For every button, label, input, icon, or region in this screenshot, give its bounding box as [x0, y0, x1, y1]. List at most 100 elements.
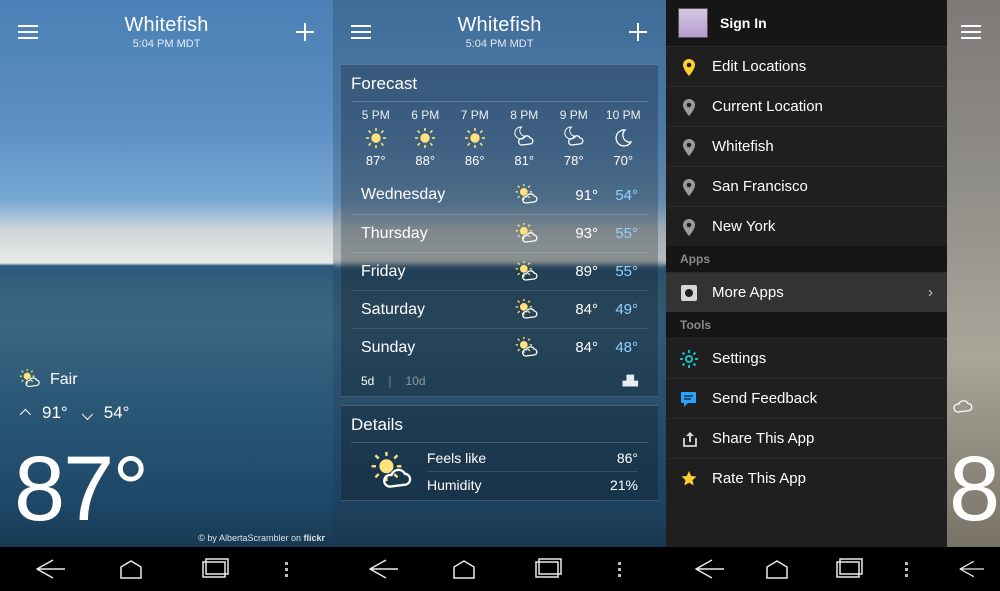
- nav-back-icon[interactable]: [31, 558, 65, 580]
- details-title: Details: [351, 406, 648, 443]
- hourly-item[interactable]: 5 PM 87°: [351, 108, 401, 168]
- drawer-location-item[interactable]: Whitefish: [666, 126, 947, 166]
- menu-icon[interactable]: [957, 18, 985, 46]
- nav-drawer: Sign In Edit Locations Current Location …: [666, 0, 947, 591]
- toggle-5d[interactable]: 5d: [361, 374, 374, 388]
- current-temp-partial: 8: [949, 443, 1000, 535]
- nav-recent-icon[interactable]: [530, 558, 564, 580]
- star-icon: [680, 470, 698, 488]
- nav-recent-icon[interactable]: [197, 558, 231, 580]
- hourly-item[interactable]: 10 PM 70°: [599, 108, 649, 168]
- sun-icon: [413, 126, 437, 150]
- weather-underground-icon[interactable]: ▟▙: [623, 376, 638, 387]
- feels-like-value: 86°: [617, 450, 638, 466]
- mooncloud-icon: [562, 126, 586, 150]
- high-low: 91° 54°: [20, 403, 129, 423]
- daily-row[interactable]: Sunday 84° 48°: [351, 328, 648, 366]
- sun-icon: [463, 126, 487, 150]
- android-navbar: [0, 547, 333, 591]
- header-title[interactable]: Whitefish 5:04 PM MDT: [375, 14, 624, 50]
- daily-row[interactable]: Friday 89° 55°: [351, 252, 648, 290]
- nav-back-icon[interactable]: [690, 558, 724, 580]
- current-condition: Fair: [20, 369, 78, 391]
- nav-home-icon[interactable]: [447, 558, 481, 580]
- drawer-location-item[interactable]: San Francisco: [666, 166, 947, 206]
- suncloud-icon: [514, 337, 542, 359]
- nav-home-icon[interactable]: [114, 558, 148, 580]
- section-tools: Tools: [666, 312, 947, 338]
- drawer-location-item[interactable]: Edit Locations: [666, 46, 947, 86]
- humidity-label: Humidity: [427, 477, 481, 493]
- hourly-forecast[interactable]: 5 PM 87° 6 PM 88° 7 PM 86° 8 PM 81° 9 PM…: [351, 102, 648, 176]
- arrow-down-icon: [81, 409, 92, 420]
- suncloud-icon: [514, 223, 542, 245]
- suncloud-icon: [514, 184, 542, 206]
- drawer-location-item[interactable]: New York: [666, 206, 947, 246]
- hourly-item[interactable]: 8 PM 81°: [500, 108, 550, 168]
- cloud-icon: [951, 394, 975, 421]
- forecast-title: Forecast: [351, 65, 648, 102]
- suncloud-icon: [514, 261, 542, 283]
- add-location-icon[interactable]: [291, 18, 319, 46]
- nav-home-icon[interactable]: [760, 558, 794, 580]
- drawer-tool-item[interactable]: Share This App: [666, 418, 947, 458]
- details-card: Details Feels like 86° Humidity 21%: [341, 405, 658, 501]
- suncloud-icon: [361, 452, 427, 492]
- local-time: 5:04 PM MDT: [42, 38, 291, 50]
- header-title[interactable]: Whitefish 5:04 PM MDT: [42, 14, 291, 50]
- drawer-tool-item[interactable]: Settings: [666, 338, 947, 378]
- pin-icon: [680, 138, 698, 156]
- pin-icon: [680, 218, 698, 236]
- pin-icon: [680, 58, 698, 76]
- hourly-item[interactable]: 6 PM 88°: [401, 108, 451, 168]
- add-location-icon[interactable]: [624, 18, 652, 46]
- nav-overflow-icon[interactable]: [613, 562, 625, 577]
- drawer-item-more-apps[interactable]: More Apps ›: [666, 272, 947, 312]
- range-toggle: 5d | 10d ▟▙: [351, 366, 648, 396]
- daily-row[interactable]: Saturday 84° 49°: [351, 290, 648, 328]
- pin-icon: [680, 178, 698, 196]
- nav-back-icon[interactable]: [364, 558, 398, 580]
- suncloud-icon: [20, 369, 42, 391]
- hourly-item[interactable]: 7 PM 86°: [450, 108, 500, 168]
- gear-icon: [680, 350, 698, 368]
- daily-forecast: Wednesday 91° 54° Thursday 93° 55° Frida…: [351, 176, 648, 366]
- drawer-location-item[interactable]: Current Location: [666, 86, 947, 126]
- condition-text: Fair: [50, 371, 78, 389]
- android-navbar: [947, 547, 1000, 591]
- drawer-tool-item[interactable]: Rate This App: [666, 458, 947, 498]
- nav-recent-icon[interactable]: [831, 558, 865, 580]
- android-navbar: [666, 547, 947, 591]
- moon-icon: [611, 126, 635, 150]
- pin-icon: [680, 98, 698, 116]
- share-icon: [680, 430, 698, 448]
- sign-in-label: Sign In: [720, 15, 767, 31]
- daily-row[interactable]: Thursday 93° 55°: [351, 214, 648, 252]
- avatar: [678, 8, 708, 38]
- nav-overflow-icon[interactable]: [280, 562, 292, 577]
- feels-like-label: Feels like: [427, 450, 486, 466]
- daily-row[interactable]: Wednesday 91° 54°: [351, 176, 648, 214]
- mooncloud-icon: [512, 126, 536, 150]
- android-navbar: [333, 547, 666, 591]
- forecast-card: Forecast 5 PM 87° 6 PM 88° 7 PM 86° 8 PM…: [341, 64, 658, 397]
- chevron-right-icon: ›: [928, 284, 933, 301]
- humidity-value: 21%: [610, 477, 638, 493]
- suncloud-icon: [514, 299, 542, 321]
- header: [947, 0, 1000, 64]
- toggle-10d[interactable]: 10d: [405, 374, 425, 388]
- section-apps: Apps: [666, 246, 947, 272]
- sun-icon: [364, 126, 388, 150]
- nav-back-icon[interactable]: [955, 558, 984, 580]
- drawer-header[interactable]: Sign In: [666, 0, 947, 46]
- photo-credit[interactable]: © by AlbertaScrambler on flickr: [198, 533, 325, 543]
- high-temp: 91°: [42, 403, 68, 423]
- hourly-item[interactable]: 9 PM 78°: [549, 108, 599, 168]
- chat-icon: [680, 390, 698, 408]
- drawer-tool-item[interactable]: Send Feedback: [666, 378, 947, 418]
- apps-icon: [680, 284, 698, 302]
- menu-icon[interactable]: [347, 18, 375, 46]
- menu-icon[interactable]: [14, 18, 42, 46]
- header: Whitefish 5:04 PM MDT: [333, 0, 666, 64]
- nav-overflow-icon[interactable]: [901, 562, 913, 577]
